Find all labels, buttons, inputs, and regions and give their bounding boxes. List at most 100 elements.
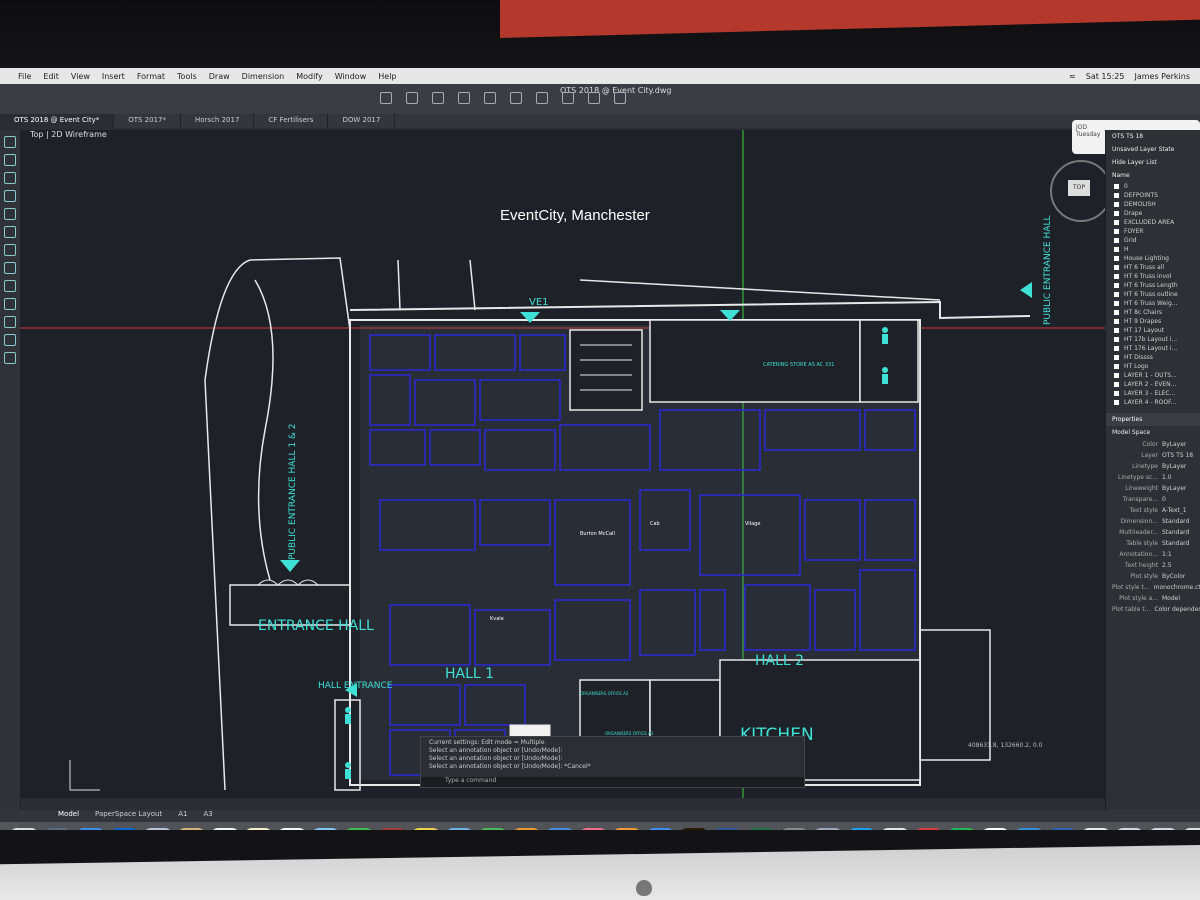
print-icon[interactable] — [510, 92, 522, 104]
layer-color-swatch[interactable] — [1114, 346, 1119, 351]
copy-tool-icon[interactable] — [4, 244, 16, 256]
layer-color-swatch[interactable] — [1114, 292, 1119, 297]
tab-dow-2017[interactable]: DOW 2017 — [328, 114, 396, 128]
property-row[interactable]: Dimension... Standard — [1106, 516, 1200, 527]
tab-paperspace-layout[interactable]: PaperSpace Layout — [95, 810, 162, 822]
layer-color-swatch[interactable] — [1114, 247, 1119, 252]
property-row[interactable]: Layer OTS TS 18 — [1106, 450, 1200, 461]
zoom-icon[interactable] — [562, 92, 574, 104]
layer-row[interactable]: HT 9 Drapes — [1106, 317, 1200, 326]
layer-row[interactable]: Grid — [1106, 236, 1200, 245]
menu-modify[interactable]: Modify — [296, 72, 323, 81]
viewcube[interactable]: TOP — [1050, 160, 1112, 222]
property-row[interactable]: Table style Standard — [1106, 538, 1200, 549]
layer-row[interactable]: LAYER 1 - OUTS... — [1106, 371, 1200, 380]
menu-format[interactable]: Format — [137, 72, 165, 81]
layer-row[interactable]: H — [1106, 245, 1200, 254]
current-layer[interactable]: OTS TS 18 — [1106, 130, 1200, 143]
rectangle-tool-icon[interactable] — [4, 208, 16, 220]
layer-color-swatch[interactable] — [1114, 391, 1119, 396]
rotate-tool-icon[interactable] — [4, 262, 16, 274]
menu-insert[interactable]: Insert — [102, 72, 125, 81]
trim-tool-icon[interactable] — [4, 280, 16, 292]
property-row[interactable]: Multileader... Standard — [1106, 527, 1200, 538]
layer-row[interactable]: HT 17b Layout i... — [1106, 335, 1200, 344]
open-file-icon[interactable] — [406, 92, 418, 104]
layer-row[interactable]: 0 — [1106, 182, 1200, 191]
menu-view[interactable]: View — [71, 72, 90, 81]
save-icon[interactable] — [432, 92, 444, 104]
property-row[interactable]: Lineweight ByLayer — [1106, 483, 1200, 494]
property-row[interactable]: Plot style a... Model — [1106, 593, 1200, 604]
menu-tools[interactable]: Tools — [177, 72, 197, 81]
layer-color-swatch[interactable] — [1114, 400, 1119, 405]
move-tool-icon[interactable] — [4, 226, 16, 238]
undo-icon[interactable] — [458, 92, 470, 104]
layer-row[interactable]: LAYER 4 - ROOF... — [1106, 398, 1200, 407]
tab-ots-2017[interactable]: OTS 2017* — [114, 114, 181, 128]
layer-color-swatch[interactable] — [1114, 310, 1119, 315]
property-row[interactable]: Text style A-Text_1 — [1106, 505, 1200, 516]
menu-file[interactable]: File — [18, 72, 31, 81]
layer-color-swatch[interactable] — [1114, 229, 1119, 234]
layer-color-swatch[interactable] — [1114, 220, 1119, 225]
layer-row[interactable]: FOYER — [1106, 227, 1200, 236]
layer-row[interactable]: EXCLUDED AREA — [1106, 218, 1200, 227]
layer-color-swatch[interactable] — [1114, 265, 1119, 270]
floor-plan[interactable]: EventCity, Manchester VE1 ENTRANCE HALL … — [20, 130, 1105, 798]
layer-color-swatch[interactable] — [1114, 382, 1119, 387]
layer-row[interactable]: HT Logo — [1106, 362, 1200, 371]
layer-state[interactable]: Unsaved Layer State — [1106, 143, 1200, 156]
layer-row[interactable]: HT 6 Truss Length — [1106, 281, 1200, 290]
command-input[interactable]: Type a command — [421, 777, 804, 787]
text-tool-icon[interactable] — [4, 334, 16, 346]
layer-row[interactable]: Drape — [1106, 209, 1200, 218]
layer-color-swatch[interactable] — [1114, 274, 1119, 279]
tab-ots-2018[interactable]: OTS 2018 @ Event City* — [0, 114, 115, 128]
layer-row[interactable]: LAYER 3 - ELEC... — [1106, 389, 1200, 398]
property-row[interactable]: Transpare... 0 — [1106, 494, 1200, 505]
layer-row[interactable]: HT Dissss — [1106, 353, 1200, 362]
layer-row[interactable]: LAYER 2 - EVEN... — [1106, 380, 1200, 389]
line-tool-icon[interactable] — [4, 136, 16, 148]
tab-horsch-2017[interactable]: Horsch 2017 — [181, 114, 255, 128]
layer-color-swatch[interactable] — [1114, 193, 1119, 198]
orbit-icon[interactable] — [588, 92, 600, 104]
layer-row[interactable]: HT 6 Truss Weig... — [1106, 299, 1200, 308]
layer-color-swatch[interactable] — [1114, 373, 1119, 378]
circle-tool-icon[interactable] — [4, 172, 16, 184]
layer-row[interactable]: HT 8c Chairs — [1106, 308, 1200, 317]
dimension-tool-icon[interactable] — [4, 352, 16, 364]
layer-color-swatch[interactable] — [1114, 328, 1119, 333]
hatch-tool-icon[interactable] — [4, 316, 16, 328]
layer-color-swatch[interactable] — [1114, 364, 1119, 369]
menu-dimension[interactable]: Dimension — [242, 72, 285, 81]
pan-icon[interactable] — [536, 92, 548, 104]
property-row[interactable]: Plot style t... monochrome.ctb — [1106, 582, 1200, 593]
layer-color-swatch[interactable] — [1114, 256, 1119, 261]
layer-color-swatch[interactable] — [1114, 283, 1119, 288]
layer-color-swatch[interactable] — [1114, 184, 1119, 189]
layer-row[interactable]: HT 6 Truss all — [1106, 263, 1200, 272]
layer-color-swatch[interactable] — [1114, 211, 1119, 216]
layer-color-swatch[interactable] — [1114, 202, 1119, 207]
tab-a1[interactable]: A1 — [178, 810, 187, 822]
layer-color-swatch[interactable] — [1114, 238, 1119, 243]
clock[interactable]: Sat 15:25 — [1086, 72, 1125, 81]
layer-color-swatch[interactable] — [1114, 319, 1119, 324]
property-row[interactable]: Color ByLayer — [1106, 439, 1200, 450]
arc-tool-icon[interactable] — [4, 190, 16, 202]
layer-row[interactable]: HT 17 Layout — [1106, 326, 1200, 335]
layer-color-swatch[interactable] — [1114, 337, 1119, 342]
menu-draw[interactable]: Draw — [209, 72, 230, 81]
property-row[interactable]: Annotation... 1:1 — [1106, 549, 1200, 560]
layer-row[interactable]: HT 176 Layout i... — [1106, 344, 1200, 353]
layer-row[interactable]: HT 6 Truss invol — [1106, 272, 1200, 281]
user-name[interactable]: James Perkins — [1134, 72, 1190, 81]
drawing-canvas[interactable]: Top | 2D Wireframe EventCity, Manchester — [20, 130, 1105, 798]
redo-icon[interactable] — [484, 92, 496, 104]
property-row[interactable]: Text height 2.5 — [1106, 560, 1200, 571]
polyline-tool-icon[interactable] — [4, 154, 16, 166]
layer-row[interactable]: House Lighting — [1106, 254, 1200, 263]
hide-layer-list[interactable]: Hide Layer List — [1106, 156, 1200, 169]
